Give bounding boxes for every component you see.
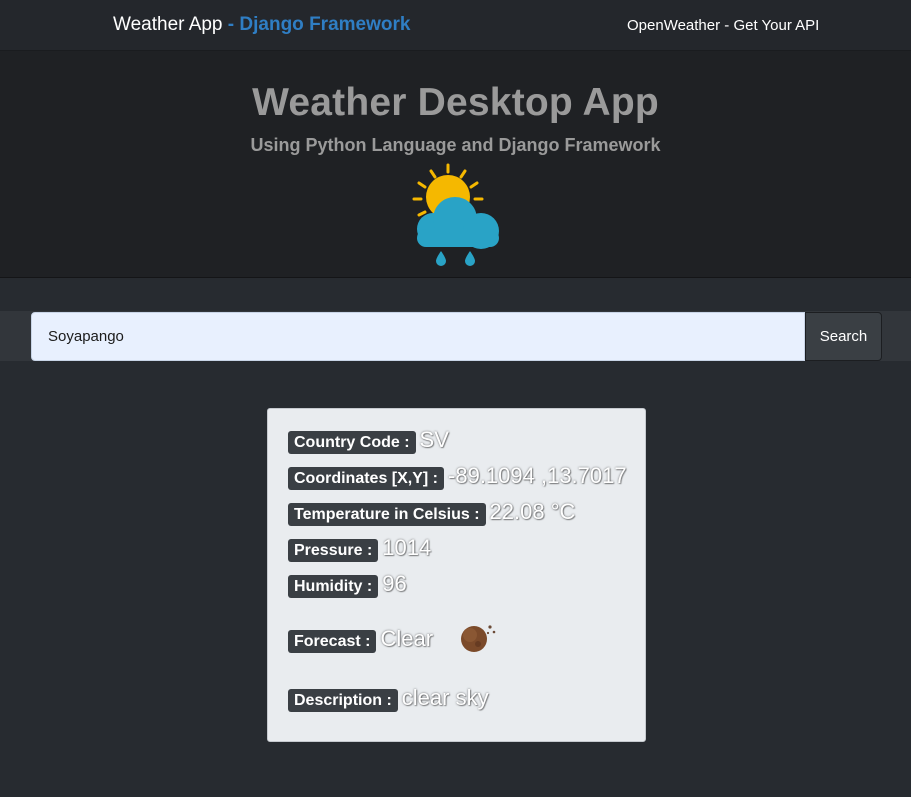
- brand-accent: - Django Framework: [222, 14, 411, 35]
- forecast-row: Forecast : Clear: [288, 624, 497, 653]
- hero-header: Weather Desktop App Using Python Languag…: [0, 51, 911, 278]
- clear-night-moon-icon: [461, 624, 496, 652]
- pressure-value: 1014: [382, 534, 432, 560]
- page-title: Weather Desktop App: [252, 81, 659, 124]
- humidity-label: Humidity :: [288, 575, 379, 598]
- coordinates-value: -89.1094 ,13.7017: [448, 462, 627, 488]
- humidity-value: 96: [382, 570, 407, 596]
- weather-result-card: Country Code : SV Coordinates [X,Y] : -89.…: [267, 408, 646, 742]
- description-value: clear sky: [401, 684, 489, 710]
- sun-cloud-rain-icon: [412, 163, 499, 266]
- coordinates-label: Coordinates [X,Y] :: [288, 467, 445, 490]
- brand[interactable]: Weather App - Django Framework: [113, 14, 410, 36]
- forecast-value: Clear: [380, 625, 434, 651]
- temperature-value: 22.08 °C: [489, 498, 576, 524]
- description-label: Description :: [288, 689, 398, 712]
- city-search-input[interactable]: [31, 312, 805, 361]
- country-code-value: SV: [419, 426, 449, 452]
- forecast-label: Forecast :: [288, 630, 377, 653]
- country-code-label: Country Code :: [288, 431, 416, 454]
- search-button[interactable]: Search: [805, 312, 882, 361]
- brand-main: Weather App: [113, 14, 223, 35]
- page-subtitle: Using Python Language and Django Framewo…: [250, 135, 661, 155]
- pressure-label: Pressure :: [288, 539, 379, 562]
- pressure-row: Pressure :1014: [288, 535, 431, 562]
- country-code-row: Country Code : SV: [288, 427, 449, 454]
- description-row: Description : clear sky: [288, 685, 489, 712]
- coordinates-row: Coordinates [X,Y] : -89.1094 ,13.7017: [288, 463, 627, 490]
- openweather-link[interactable]: OpenWeather - Get Your API: [627, 17, 819, 34]
- temperature-label: Temperature in Celsius :: [288, 503, 486, 526]
- navbar: Weather App - Django Framework OpenWeath…: [0, 0, 911, 51]
- temperature-row: Temperature in Celsius :22.08 °C: [288, 499, 575, 526]
- humidity-row: Humidity :96: [288, 571, 407, 598]
